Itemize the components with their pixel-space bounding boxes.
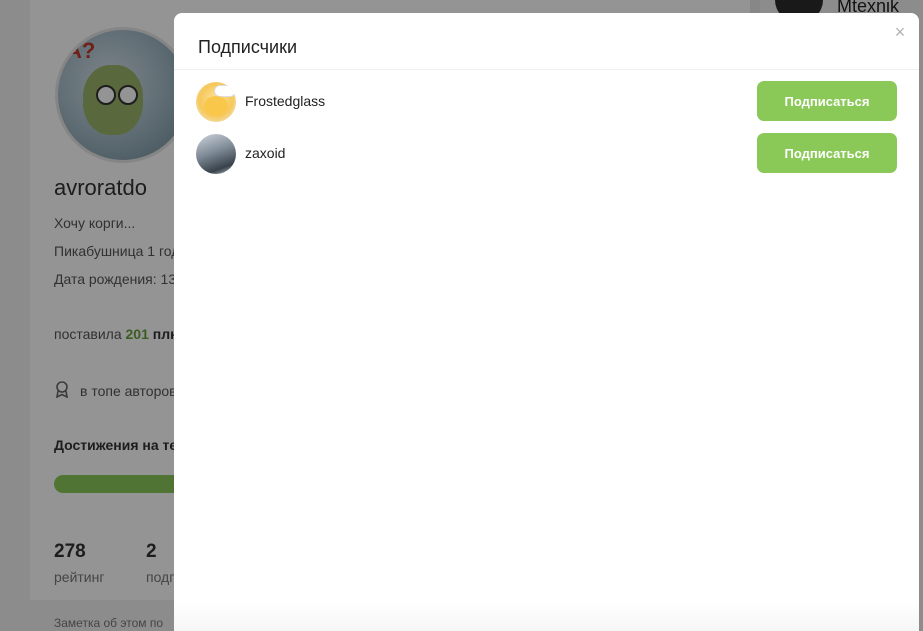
list-item: zaxoid Подписаться: [174, 133, 919, 185]
avatar-head: [204, 96, 228, 116]
modal-title: Подписчики: [198, 37, 298, 57]
close-icon[interactable]: ×: [893, 23, 907, 41]
subscribe-button[interactable]: Подписаться: [757, 81, 897, 121]
subscribe-button[interactable]: Подписаться: [757, 133, 897, 173]
modal-footer: [174, 601, 919, 631]
followers-list: Frostedglass Подписаться zaxoid Подписат…: [174, 81, 919, 185]
modal-header: Подписчики ×: [174, 13, 919, 70]
followers-modal: Подписчики × Frostedglass Подписаться za…: [174, 13, 919, 631]
follower-avatar[interactable]: [196, 82, 236, 122]
follower-name[interactable]: zaxoid: [245, 145, 285, 161]
list-item: Frostedglass Подписаться: [174, 81, 919, 133]
follower-avatar[interactable]: [196, 134, 236, 174]
follower-name[interactable]: Frostedglass: [245, 93, 325, 109]
